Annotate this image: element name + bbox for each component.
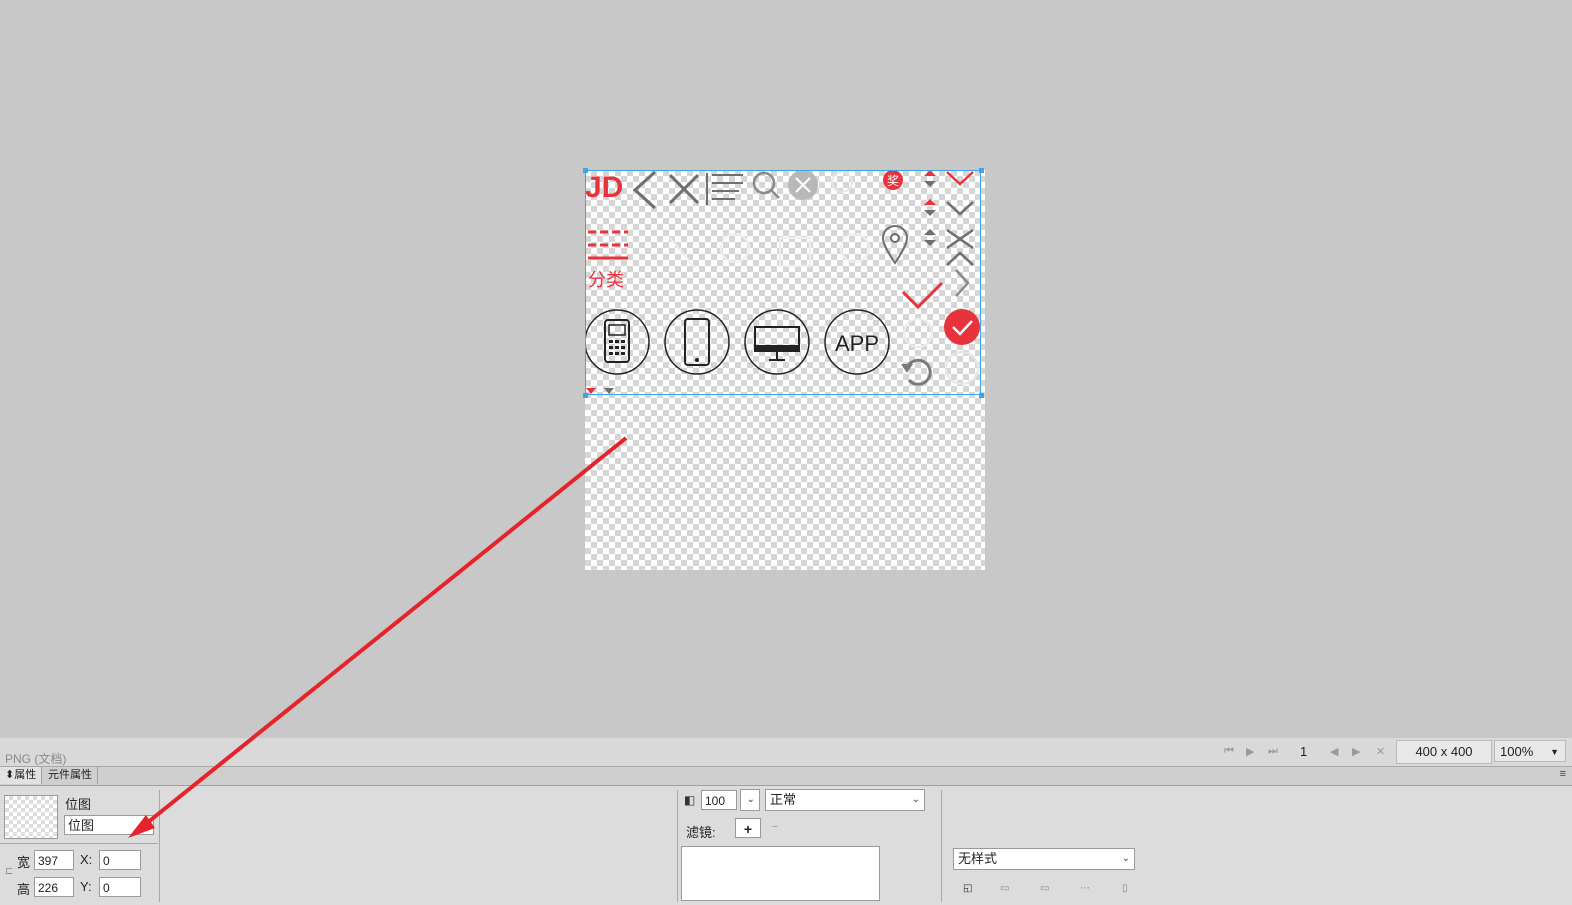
bitmap-thumbnail: [4, 795, 58, 839]
play-icon[interactable]: ▶: [1246, 745, 1254, 758]
width-field[interactable]: 397: [34, 850, 74, 870]
break-style-link-icon[interactable]: ▭: [1040, 883, 1049, 894]
chevron-down-icon: ▼: [1550, 747, 1559, 757]
zoom-select[interactable]: 100% ▼: [1494, 740, 1566, 762]
last-frame-icon[interactable]: ⏭: [1268, 745, 1278, 758]
x-label: X:: [80, 852, 93, 867]
panel-menu-icon[interactable]: ≡: [1560, 768, 1566, 780]
document-dimensions[interactable]: 400 x 400: [1396, 740, 1492, 764]
next-page-icon[interactable]: ▶: [1352, 745, 1360, 758]
zoom-value: 100%: [1500, 744, 1534, 759]
document-status-bar: PNG (文档) ⏮ ▶ ⏭ 1 ◀ ▶ ✕ 400 x 400 100% ▼: [0, 738, 1572, 767]
chevron-down-icon: ⌄: [1121, 853, 1130, 864]
canvas-area[interactable]: JD 奖 分类 APP: [0, 0, 1572, 738]
resize-handle-bl[interactable]: [583, 393, 588, 398]
width-label: 宽: [17, 855, 31, 870]
y-field[interactable]: 0: [99, 877, 141, 897]
page-number: 1: [1300, 744, 1308, 759]
resize-handle-br[interactable]: [979, 393, 984, 398]
new-style-icon[interactable]: ◱: [963, 883, 972, 894]
chevron-down-icon: ⌄: [746, 794, 755, 805]
filters-label: 滤镜:: [686, 825, 716, 840]
separator: [941, 790, 942, 902]
object-type-label: 位图: [65, 797, 92, 812]
prev-page-icon[interactable]: ◀: [1330, 745, 1338, 758]
height-field[interactable]: 226: [34, 877, 74, 897]
resize-handle-tr[interactable]: [979, 168, 984, 173]
x-field[interactable]: 0: [99, 850, 141, 870]
height-label: 高: [17, 882, 31, 897]
panel-tab-bar: ⬍属性 元件属性 ≡: [0, 767, 1572, 786]
tab-properties[interactable]: ⬍属性: [0, 767, 43, 784]
document-type-label: PNG (文档): [5, 752, 67, 766]
opacity-field[interactable]: 100: [701, 790, 737, 810]
redefine-style-icon[interactable]: ▭: [1000, 883, 1009, 894]
resize-handle-tl[interactable]: [583, 168, 588, 173]
first-frame-icon[interactable]: ⏮: [1224, 745, 1234, 758]
y-label: Y:: [80, 879, 92, 894]
stop-icon[interactable]: ✕: [1376, 745, 1385, 758]
add-filter-button[interactable]: +: [735, 818, 761, 838]
separator: [677, 790, 678, 902]
opacity-dropdown[interactable]: ⌄: [740, 789, 760, 811]
delete-style-icon[interactable]: ▯: [1122, 883, 1128, 894]
object-name-field[interactable]: 位图: [64, 815, 154, 835]
style-select[interactable]: 无样式 ⌄: [953, 848, 1135, 870]
filters-list[interactable]: [681, 846, 880, 901]
opacity-icon: ◧: [684, 793, 696, 807]
properties-panel: 位图 位图 ⊏ 宽 397 X: 0 高 226 Y: 0 ◧ 100 ⌄ 正常…: [0, 786, 1572, 905]
clear-overrides-icon[interactable]: ⋯: [1080, 883, 1090, 894]
separator: [159, 790, 160, 902]
divider: [0, 843, 158, 844]
blend-mode-select[interactable]: 正常 ⌄: [765, 789, 925, 811]
chevron-down-icon: ⌄: [911, 794, 920, 805]
tab-component-properties[interactable]: 元件属性: [43, 767, 98, 784]
remove-filter-button[interactable]: −: [772, 822, 778, 833]
constrain-proportions-icon[interactable]: ⊏: [5, 866, 13, 877]
selection-box: [585, 170, 981, 395]
